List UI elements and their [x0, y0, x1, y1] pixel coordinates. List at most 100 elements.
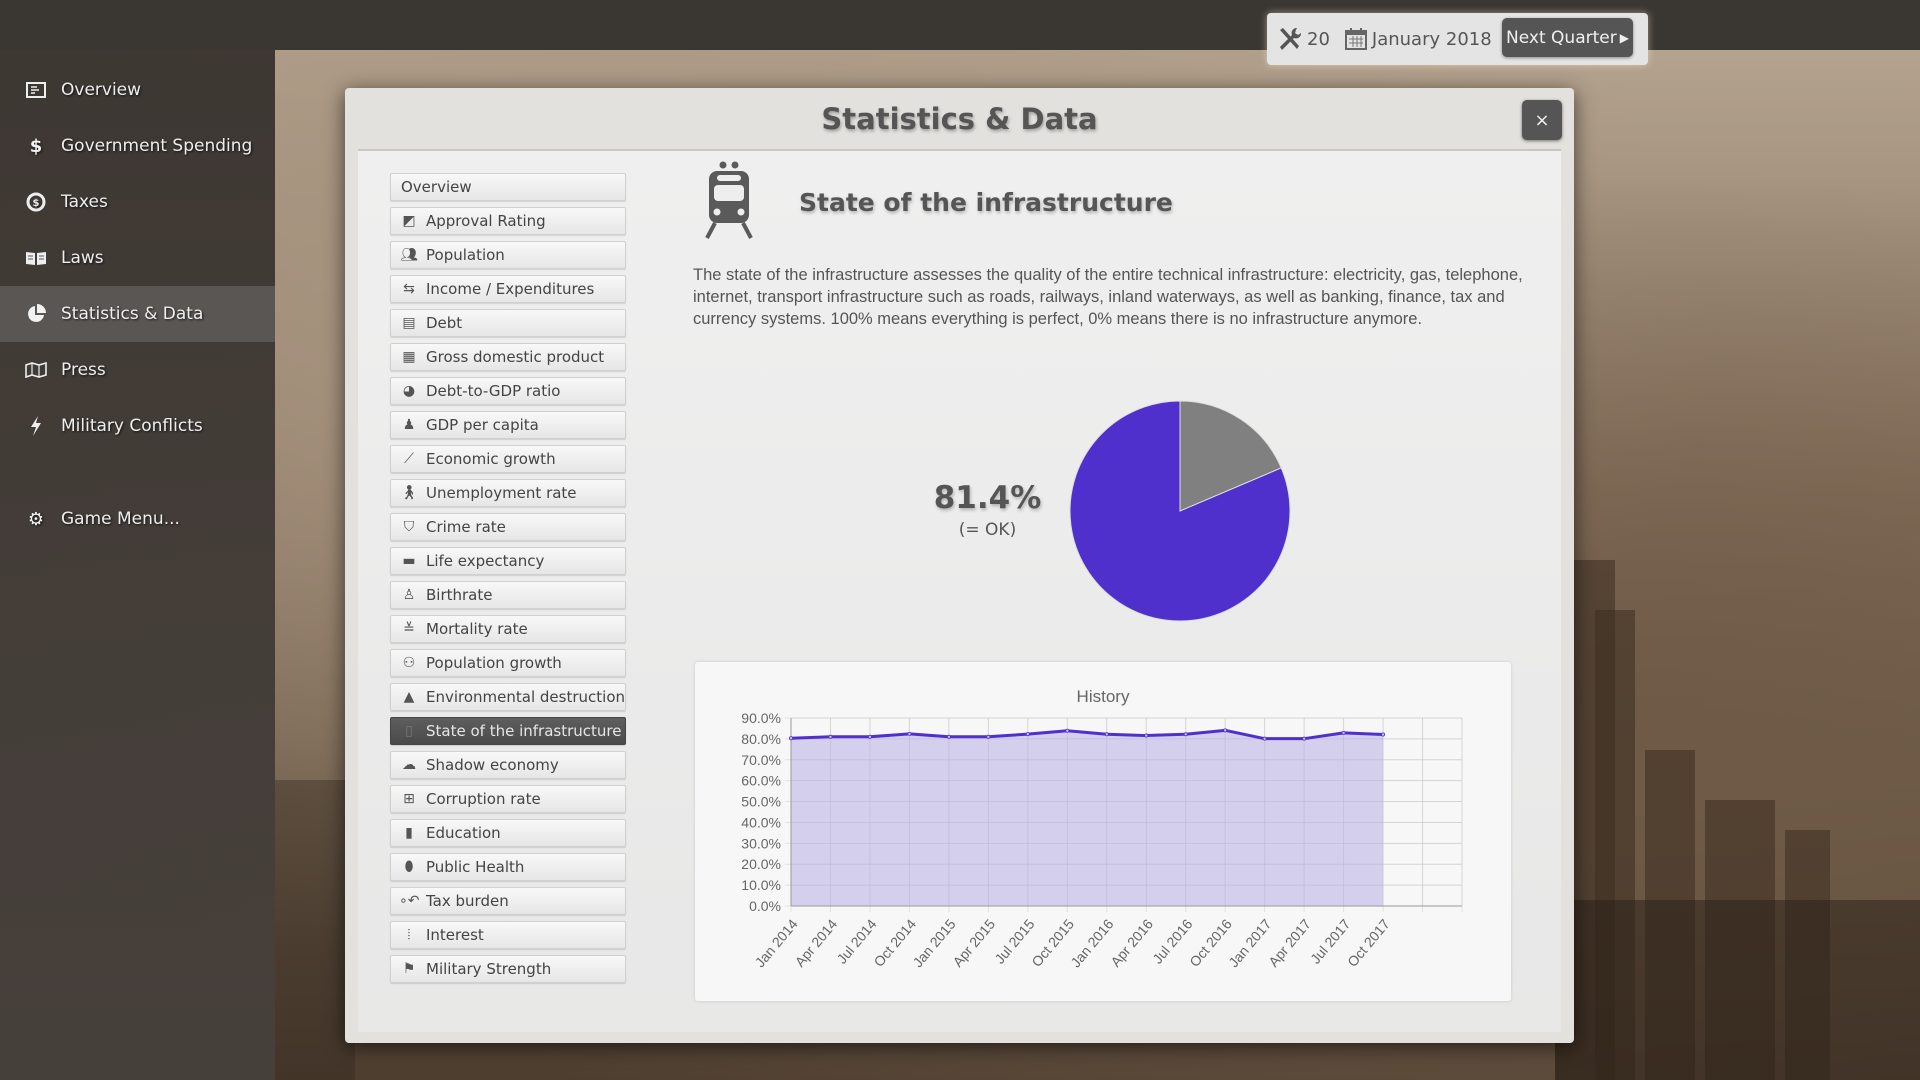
sidebar-item-press[interactable]: Press: [0, 342, 275, 398]
dead-face-icon: ≚: [403, 621, 415, 637]
category-income-expenditures[interactable]: ⇆ Income / Expenditures: [390, 275, 626, 303]
calendar-icon: [1344, 27, 1368, 51]
y-tick-label: 50.0%: [741, 794, 781, 810]
data-point: [867, 734, 872, 739]
y-tick-label: 0.0%: [749, 898, 781, 914]
category-shadow-economy[interactable]: ☁ Shadow economy: [390, 751, 626, 779]
game-menu-button[interactable]: ⚙ Game Menu...: [0, 491, 275, 547]
category-military-strength[interactable]: ⚑ Military Strength: [390, 955, 626, 983]
sidebar-item-statistics[interactable]: Statistics & Data: [0, 286, 275, 342]
cloud-icon: ☁: [402, 757, 416, 773]
x-tick-label: Apr 2015: [949, 916, 998, 970]
pill-icon: ⬮: [404, 859, 414, 875]
modal-title: Statistics & Data: [821, 102, 1098, 136]
category-tax-burden[interactable]: ∘↶ Tax burden: [390, 887, 626, 915]
category-state-of-infrastructure[interactable]: ▯ State of the infrastructure: [390, 717, 626, 745]
line-chart-icon: ⟋: [404, 451, 414, 467]
baby-icon: ♙: [402, 587, 416, 603]
group-search-icon: ⚇: [402, 655, 416, 671]
coin-icon: $: [24, 192, 48, 212]
pie-icon: ◕: [402, 383, 416, 399]
map-icon: [24, 362, 48, 378]
category-birthrate[interactable]: ♙ Birthrate: [390, 581, 626, 609]
lightning-icon: [24, 416, 48, 436]
sidebar-item-taxes[interactable]: $ Taxes: [0, 174, 275, 230]
shield-icon: ⛉: [403, 519, 415, 535]
category-unemployment-rate[interactable]: 🚶︎ Unemployment rate: [390, 479, 626, 507]
next-quarter-button[interactable]: Next Quarter ▶: [1502, 18, 1633, 57]
archive-icon: ▤: [402, 315, 416, 331]
close-button[interactable]: ×: [1522, 100, 1562, 140]
history-chart: History 0.0% 10.0% 20.0% 30.0% 40.0% 50.0% 60.…: [741, 687, 1463, 970]
category-population-growth[interactable]: ⚇ Population growth: [390, 649, 626, 677]
sidebar-item-government-spending[interactable]: $ Government Spending: [0, 118, 275, 174]
pie-chart: [1069, 400, 1291, 622]
grid-icon: ▦: [402, 349, 416, 365]
svg-text:$: $: [33, 198, 40, 209]
category-debt[interactable]: ▤ Debt: [390, 309, 626, 337]
tools-count: 20: [1307, 28, 1330, 50]
category-gdp-per-capita[interactable]: ♟ GDP per capita: [390, 411, 626, 439]
data-point: [1065, 728, 1070, 733]
pie-chart-icon: [24, 304, 48, 324]
y-tick-label: 40.0%: [741, 814, 781, 830]
y-tick-label: 20.0%: [741, 856, 781, 872]
category-environmental-destruction[interactable]: ▲ Environmental destruction: [390, 683, 626, 711]
wrench-screwdriver-icon: [1277, 26, 1303, 52]
hearse-icon: ▬: [402, 553, 416, 569]
tree-icon: ▲: [403, 689, 415, 705]
data-point: [1144, 733, 1149, 738]
trend-up-icon: ◩: [402, 213, 416, 229]
walking-icon: 🚶︎: [400, 485, 418, 501]
exchange-icon: ⇆: [403, 281, 415, 297]
y-tick-label: 90.0%: [741, 710, 781, 726]
category-crime-rate[interactable]: ⛉ Crime rate: [390, 513, 626, 541]
value-status: (= OK): [958, 520, 1017, 540]
category-economic-growth[interactable]: ⟋ Economic growth: [390, 445, 626, 473]
category-mortality-rate[interactable]: ≚ Mortality rate: [390, 615, 626, 643]
close-icon: ×: [1534, 109, 1550, 131]
flow-icon: ∘↶: [399, 893, 420, 909]
flag-icon: ⚑: [402, 961, 416, 977]
data-point: [828, 734, 833, 739]
sidebar-item-military-conflicts[interactable]: Military Conflicts: [0, 398, 275, 454]
sidebar-item-overview[interactable]: Overview: [0, 62, 275, 118]
people-icon: 👥︎: [400, 247, 418, 263]
data-point: [1223, 728, 1228, 733]
history-chart-panel: History 0.0% 10.0% 20.0% 30.0% 40.0% 50.0% 60.…: [695, 662, 1511, 1001]
category-approval-rating[interactable]: ◩ Approval Rating: [390, 207, 626, 235]
x-tick-label: Apr 2014: [791, 916, 840, 970]
category-life-expectancy[interactable]: ▬ Life expectancy: [390, 547, 626, 575]
y-tick-label: 70.0%: [741, 752, 781, 768]
train-icon: [705, 160, 755, 240]
data-point: [789, 736, 794, 741]
category-corruption-rate[interactable]: ⊞ Corruption rate: [390, 785, 626, 813]
y-tick-label: 10.0%: [741, 877, 781, 893]
x-tick-label: Apr 2017: [1265, 916, 1314, 970]
data-point: [1025, 732, 1030, 737]
data-point: [1183, 732, 1188, 737]
sidebar-item-laws[interactable]: Laws: [0, 230, 275, 286]
gift-icon: ⊞: [403, 791, 415, 807]
gear-icon: ⚙: [27, 508, 45, 530]
y-tick-label: 60.0%: [741, 773, 781, 789]
category-population[interactable]: 👥︎ Population: [390, 241, 626, 269]
chart-title: History: [1077, 687, 1130, 706]
data-point: [1104, 732, 1109, 737]
category-debt-to-gdp[interactable]: ◕ Debt-to-GDP ratio: [390, 377, 626, 405]
data-point: [1302, 736, 1307, 741]
overview-icon: [24, 82, 48, 98]
data-point: [1381, 732, 1386, 737]
x-tick-label: Oct 2017: [1344, 916, 1393, 970]
data-point: [1341, 730, 1346, 735]
tools-counter: 20: [1277, 26, 1330, 52]
y-tick-label: 30.0%: [741, 835, 781, 851]
data-point: [986, 734, 991, 739]
category-public-health[interactable]: ⬮ Public Health: [390, 853, 626, 881]
category-interest[interactable]: ⦙ Interest: [390, 921, 626, 949]
book-icon: [24, 250, 48, 266]
category-gdp[interactable]: ▦ Gross domestic product: [390, 343, 626, 371]
book-icon: ▮: [405, 825, 413, 841]
category-overview[interactable]: Overview: [390, 173, 626, 201]
category-education[interactable]: ▮ Education: [390, 819, 626, 847]
